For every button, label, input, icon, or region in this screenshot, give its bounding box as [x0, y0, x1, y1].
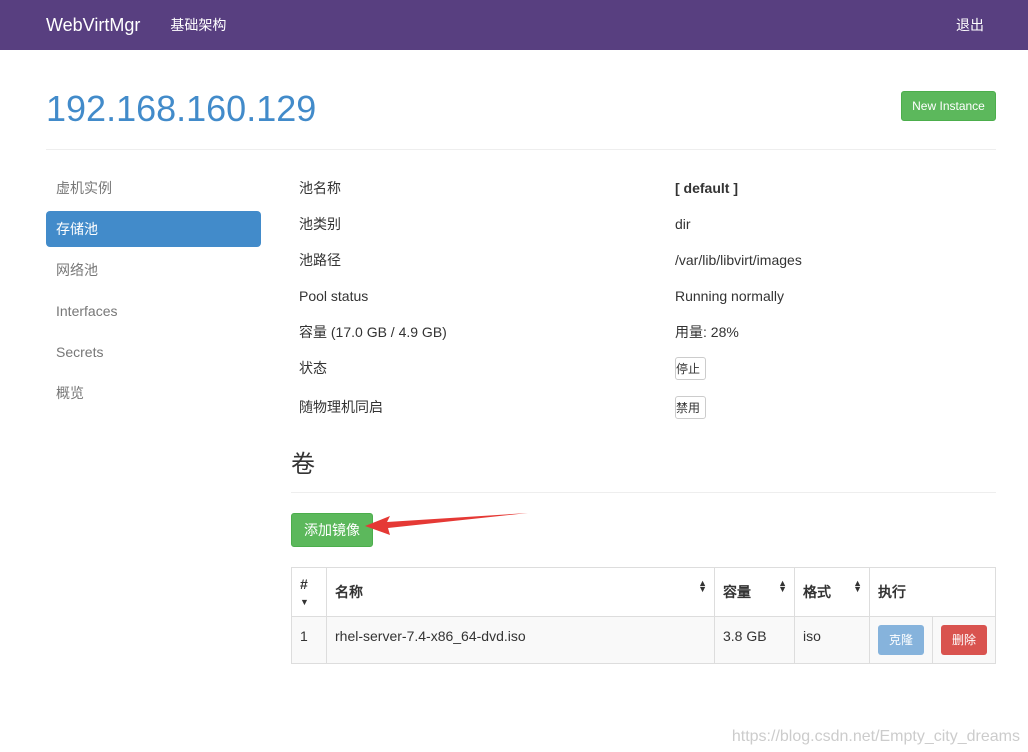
info-row-name: 池名称 [ default ]	[291, 170, 996, 206]
sidebar-item-secrets[interactable]: Secrets	[46, 334, 261, 370]
info-label: 状态	[299, 360, 327, 376]
divider	[46, 149, 996, 150]
col-name[interactable]: 名称 ▲ ▼	[326, 567, 715, 617]
autostart-disable-button[interactable]: 禁用	[675, 395, 707, 419]
cell-delete: 删除	[932, 616, 996, 664]
col-index[interactable]: # ▼	[291, 567, 327, 617]
pool-status: Running normally	[675, 288, 784, 304]
annotation-arrow-icon	[365, 513, 528, 535]
logout-link[interactable]: 退出	[956, 15, 984, 35]
sort-icon: ▲ ▼	[853, 578, 862, 594]
cell-clone: 克隆	[869, 616, 933, 664]
nav-infrastructure[interactable]: 基础架构	[170, 15, 226, 35]
volumes-heading: 卷	[291, 451, 315, 478]
pool-usage: 用量: 28%	[675, 324, 739, 340]
cell-format: iso	[794, 616, 870, 664]
cell-index: 1	[291, 616, 327, 664]
navbar: WebVirtMgr 基础架构 退出	[0, 0, 1028, 50]
sidebar-item-storage[interactable]: 存储池	[46, 211, 261, 247]
watermark: https://blog.csdn.net/Empty_city_dreams	[731, 728, 1020, 745]
divider	[291, 492, 996, 493]
table-row: 1 rhel-server-7.4-x86_64-dvd.iso 3.8 GB …	[291, 616, 996, 664]
delete-button[interactable]: 删除	[941, 625, 987, 655]
col-size[interactable]: 容量 ▲ ▼	[714, 567, 795, 617]
info-row-capacity: 容量 (17.0 GB / 4.9 GB) 用量: 28%	[291, 314, 996, 350]
col-label: 名称	[335, 584, 363, 600]
pool-type: dir	[675, 216, 691, 232]
col-label: #	[300, 576, 308, 592]
info-row-path: 池路径/var/lib/libvirt/images	[291, 242, 996, 278]
col-label: 容量	[723, 584, 751, 600]
new-instance-button[interactable]: New Instance	[901, 91, 996, 121]
col-format[interactable]: 格式 ▲ ▼	[794, 567, 870, 617]
clone-button[interactable]: 克隆	[878, 625, 924, 655]
col-label: 格式	[803, 584, 831, 600]
sidebar-item-instances[interactable]: 虚机实例	[46, 170, 261, 206]
info-label: 池名称	[299, 180, 341, 196]
page-title: 192.168.160.129	[46, 88, 317, 129]
info-row-autostart: 随物理机同启 禁用	[291, 389, 996, 425]
info-label: 池路径	[299, 252, 341, 268]
col-actions: 执行	[869, 567, 996, 617]
info-label: 池类别	[299, 216, 341, 232]
info-row-status: Pool status Running normally	[291, 278, 996, 314]
cell-size: 3.8 GB	[714, 616, 795, 664]
info-label: 随物理机同启	[299, 399, 383, 415]
sort-desc-icon: ▼	[300, 597, 309, 607]
sort-icon: ▲ ▼	[778, 578, 787, 594]
sidebar-item-overview[interactable]: 概览	[46, 375, 261, 411]
pool-path: /var/lib/libvirt/images	[675, 252, 802, 268]
sidebar: 虚机实例 存储池 网络池 Interfaces Secrets 概览	[46, 170, 261, 416]
pool-info: 池名称 [ default ] 池类别 dir 池路径/var/lib/libvir…	[291, 170, 996, 425]
col-label: 执行	[878, 584, 906, 600]
info-label: 容量 (17.0 GB / 4.9 GB)	[299, 324, 447, 340]
sidebar-item-interfaces[interactable]: Interfaces	[46, 293, 261, 329]
info-label: Pool status	[299, 288, 369, 304]
sort-icon: ▲ ▼	[698, 578, 707, 594]
sidebar-item-networks[interactable]: 网络池	[46, 252, 261, 288]
cell-name: rhel-server-7.4-x86_64-dvd.iso	[326, 616, 715, 664]
brand-logo[interactable]: WebVirtMgr	[46, 15, 140, 36]
volumes-table: # ▼ 名称 ▲ ▼ 容量 ▲ ▼ 格式 ▲ ▼ 执行 1 rhel-server-7.4-…	[291, 567, 996, 664]
info-row-type: 池类别 dir	[291, 206, 996, 242]
info-row-state: 状态 停止	[291, 350, 996, 386]
stop-button[interactable]: 停止	[675, 356, 707, 380]
pool-name: [ default ]	[675, 180, 738, 196]
